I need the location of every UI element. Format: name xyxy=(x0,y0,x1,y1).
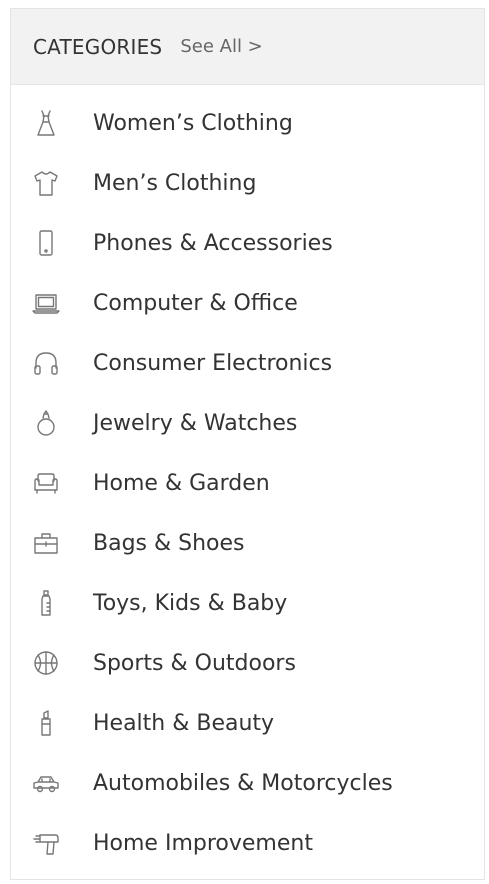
category-label: Toys, Kids & Baby xyxy=(93,590,288,616)
drill-icon xyxy=(29,826,63,860)
category-label: Home Improvement xyxy=(93,830,313,856)
category-label: Computer & Office xyxy=(93,290,298,316)
category-item-bags[interactable]: Bags & Shoes xyxy=(11,513,484,573)
category-item-home-garden[interactable]: Home & Garden xyxy=(11,453,484,513)
car-icon xyxy=(29,766,63,800)
category-item-womens-clothing[interactable]: Women’s Clothing xyxy=(11,93,484,153)
category-label: Home & Garden xyxy=(93,470,270,496)
category-label: Sports & Outdoors xyxy=(93,650,296,676)
ring-icon xyxy=(29,406,63,440)
category-item-electronics[interactable]: Consumer Electronics xyxy=(11,333,484,393)
see-all-link[interactable]: See All > xyxy=(180,36,262,57)
baby-bottle-icon xyxy=(29,586,63,620)
category-item-health[interactable]: Health & Beauty xyxy=(11,693,484,753)
category-label: Health & Beauty xyxy=(93,710,275,736)
category-list: Women’s Clothing Men’s Clothing Phones &… xyxy=(11,85,484,873)
category-item-toys[interactable]: Toys, Kids & Baby xyxy=(11,573,484,633)
category-label: Women’s Clothing xyxy=(93,110,293,136)
sofa-icon xyxy=(29,466,63,500)
category-item-sports[interactable]: Sports & Outdoors xyxy=(11,633,484,693)
category-label: Bags & Shoes xyxy=(93,530,245,556)
category-label: Men’s Clothing xyxy=(93,170,257,196)
category-label: Automobiles & Motorcycles xyxy=(93,770,393,796)
categories-header: CATEGORIES See All > xyxy=(11,9,484,85)
category-label: Jewelry & Watches xyxy=(93,410,298,436)
tshirt-icon xyxy=(29,166,63,200)
category-item-phones[interactable]: Phones & Accessories xyxy=(11,213,484,273)
phone-icon xyxy=(29,226,63,260)
bag-icon xyxy=(29,526,63,560)
category-item-jewelry[interactable]: Jewelry & Watches xyxy=(11,393,484,453)
category-item-home-improvement[interactable]: Home Improvement xyxy=(11,813,484,873)
lipstick-icon xyxy=(29,706,63,740)
category-label: Consumer Electronics xyxy=(93,350,333,376)
category-item-mens-clothing[interactable]: Men’s Clothing xyxy=(11,153,484,213)
categories-panel: CATEGORIES See All > Women’s Clothing Me… xyxy=(10,8,485,880)
category-item-automobiles[interactable]: Automobiles & Motorcycles xyxy=(11,753,484,813)
headphones-icon xyxy=(29,346,63,380)
category-item-computer[interactable]: Computer & Office xyxy=(11,273,484,333)
category-label: Phones & Accessories xyxy=(93,230,333,256)
ball-icon xyxy=(29,646,63,680)
dress-icon xyxy=(29,106,63,140)
laptop-icon xyxy=(29,286,63,320)
categories-title: CATEGORIES xyxy=(33,34,163,59)
